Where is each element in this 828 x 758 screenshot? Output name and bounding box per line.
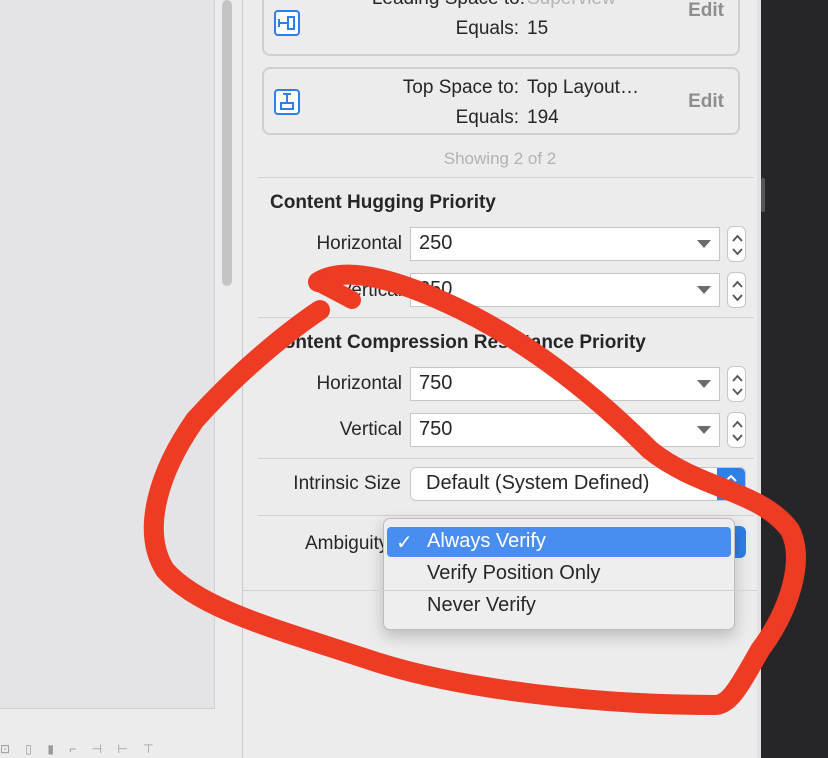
edit-leading-constraint-button[interactable]: Edit [688, 0, 724, 22]
constraint-top-label: Top Space to: [402, 77, 519, 98]
hugging-vertical-label: Vertical [339, 280, 402, 301]
top-space-constraint-icon [274, 89, 300, 115]
constraint-leading-equals-label: Equals: [455, 18, 519, 39]
constraint-card-leading[interactable]: Leading Space to: Superview Equals: 15 E… [262, 0, 740, 56]
ambiguity-dropdown-menu[interactable]: ✓ Always Verify Verify Position Only Nev… [383, 518, 735, 630]
constraint-leading-target: Superview [527, 0, 616, 10]
ambiguity-label: Ambiguity [305, 533, 385, 554]
compression-vertical-combo[interactable]: 750 [410, 413, 720, 447]
content-hugging-title: Content Hugging Priority [270, 192, 496, 213]
divider [258, 317, 754, 318]
hugging-vertical-combo[interactable]: 250 [410, 273, 720, 307]
hugging-vertical-value: 250 [419, 278, 453, 300]
compression-horizontal-value: 750 [419, 372, 453, 394]
intrinsic-size-label: Intrinsic Size [293, 473, 401, 494]
constraint-top-equals-value: 194 [527, 107, 559, 128]
intrinsic-size-value: Default (System Defined) [426, 472, 650, 494]
hugging-horizontal-combo[interactable]: 250 [410, 227, 720, 261]
divider [258, 458, 754, 459]
checkmark-icon: ✓ [396, 532, 413, 554]
chevron-down-icon[interactable] [697, 240, 711, 248]
window-edge [761, 0, 828, 758]
menu-item-label: Never Verify [427, 594, 536, 616]
constraint-top-equals-label: Equals: [455, 107, 519, 128]
edit-top-constraint-button[interactable]: Edit [688, 91, 724, 113]
menu-item-always-verify[interactable]: ✓ Always Verify [387, 527, 731, 557]
divider [243, 590, 757, 591]
canvas-scroll-thumb[interactable] [222, 0, 232, 286]
compression-horizontal-stepper[interactable] [727, 366, 746, 402]
hugging-horizontal-value: 250 [419, 232, 453, 254]
constraint-leading-label: Leading Space to: [372, 0, 525, 10]
menu-item-label: Verify Position Only [427, 562, 601, 584]
compression-horizontal-label: Horizontal [316, 373, 402, 394]
constraint-top-target: Top Layout… [527, 77, 639, 98]
chevron-down-icon[interactable] [697, 286, 711, 294]
compression-vertical-value: 750 [419, 418, 453, 440]
leading-space-constraint-icon [274, 10, 300, 36]
popup-chevrons-icon[interactable] [717, 468, 745, 500]
canvas-bottom-toolbar[interactable]: ⊡ ▯ ▮ ⌐ ⊣ ⊢ ⊤ [0, 742, 243, 758]
hugging-horizontal-stepper[interactable] [727, 226, 746, 262]
chevron-down-icon[interactable] [697, 426, 711, 434]
menu-item-verify-position-only[interactable]: Verify Position Only [387, 559, 731, 589]
compression-vertical-label: Vertical [339, 419, 402, 440]
chevron-down-icon[interactable] [697, 380, 711, 388]
constraint-card-top[interactable]: Top Space to: Top Layout… Equals: 194 Ed… [262, 67, 740, 135]
compression-vertical-stepper[interactable] [727, 412, 746, 448]
divider [258, 515, 754, 516]
content-compression-title: Content Compression Resistance Priority [270, 332, 646, 353]
menu-item-never-verify[interactable]: Never Verify [387, 591, 731, 621]
constraint-leading-equals-value: 15 [527, 18, 549, 39]
intrinsic-size-popup[interactable]: Default (System Defined) [410, 467, 746, 501]
divider [258, 177, 754, 178]
hugging-vertical-stepper[interactable] [727, 272, 746, 308]
canvas-panel [0, 0, 215, 709]
hugging-horizontal-label: Horizontal [316, 233, 402, 254]
menu-item-label: Always Verify [427, 530, 546, 552]
splitter-handle[interactable] [761, 178, 765, 212]
constraints-count: Showing 2 of 2 [443, 149, 557, 168]
compression-horizontal-combo[interactable]: 750 [410, 367, 720, 401]
